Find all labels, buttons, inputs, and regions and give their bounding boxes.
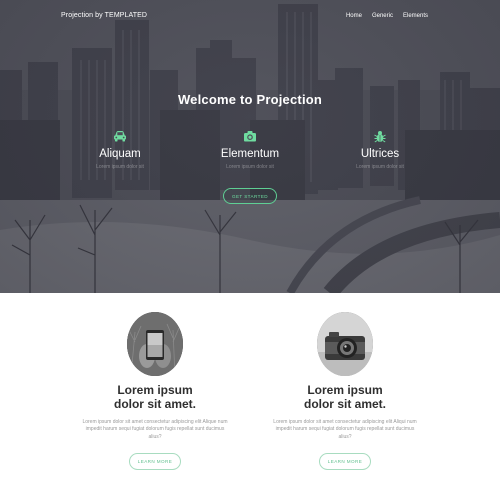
bug-icon bbox=[315, 128, 445, 144]
car-icon bbox=[55, 128, 185, 144]
card-title: Lorem ipsum dolor sit amet. bbox=[250, 383, 440, 411]
card-title-line: Lorem ipsum bbox=[307, 383, 383, 397]
feature-title: Ultrices bbox=[360, 148, 400, 160]
learn-more-button[interactable]: LEARN MORE bbox=[319, 452, 371, 470]
top-navigation: Projection by TEMPLATED Home Generic Ele… bbox=[0, 0, 500, 34]
feature-elementum: Elementum Lorem ipsum dolor sit bbox=[185, 128, 315, 178]
card-title-line: dolor sit amet. bbox=[303, 396, 386, 411]
nav-link-elements[interactable]: Elements bbox=[403, 13, 428, 19]
feature-ultrices: Ultrices Lorem ipsum dolor sit bbox=[315, 128, 445, 178]
card-description: Lorem ipsum dolor sit amet consectetur a… bbox=[273, 419, 417, 440]
brand-logo-link[interactable]: Projection by TEMPLATED bbox=[61, 12, 147, 19]
nav-link-generic[interactable]: Generic bbox=[372, 13, 393, 19]
card-title-line: dolor sit amet. bbox=[113, 396, 196, 411]
camera-photo bbox=[317, 312, 373, 376]
feature-card: Lorem ipsum dolor sit amet. Lorem ipsum … bbox=[60, 312, 250, 470]
feature-row: Aliquam Lorem ipsum dolor sit Elementum … bbox=[55, 128, 445, 178]
learn-more-button[interactable]: LEARN MORE bbox=[129, 452, 181, 470]
nav-links: Home Generic Elements bbox=[346, 13, 428, 19]
feature-text: Lorem ipsum dolor sit bbox=[96, 164, 144, 170]
phone-photo bbox=[127, 312, 183, 376]
card-title-line: Lorem ipsum bbox=[117, 383, 193, 397]
feature-text: Lorem ipsum dolor sit bbox=[226, 164, 274, 170]
feature-aliquam: Aliquam Lorem ipsum dolor sit bbox=[55, 128, 185, 178]
hero-banner: Projection by TEMPLATED Home Generic Ele… bbox=[0, 0, 500, 293]
feature-text: Lorem ipsum dolor sit bbox=[356, 164, 404, 170]
feature-card: Lorem ipsum dolor sit amet. Lorem ipsum … bbox=[250, 312, 440, 470]
card-title: Lorem ipsum dolor sit amet. bbox=[60, 383, 250, 411]
nav-link-home[interactable]: Home bbox=[346, 13, 362, 19]
card-description: Lorem ipsum dolor sit amet consectetur a… bbox=[82, 419, 228, 440]
camera-icon bbox=[185, 128, 315, 144]
feature-title: Aliquam bbox=[99, 148, 141, 160]
hero-title: Welcome to Projection bbox=[177, 92, 323, 107]
feature-title: Elementum bbox=[220, 148, 280, 160]
get-started-button[interactable]: GET STARTED bbox=[223, 188, 277, 204]
